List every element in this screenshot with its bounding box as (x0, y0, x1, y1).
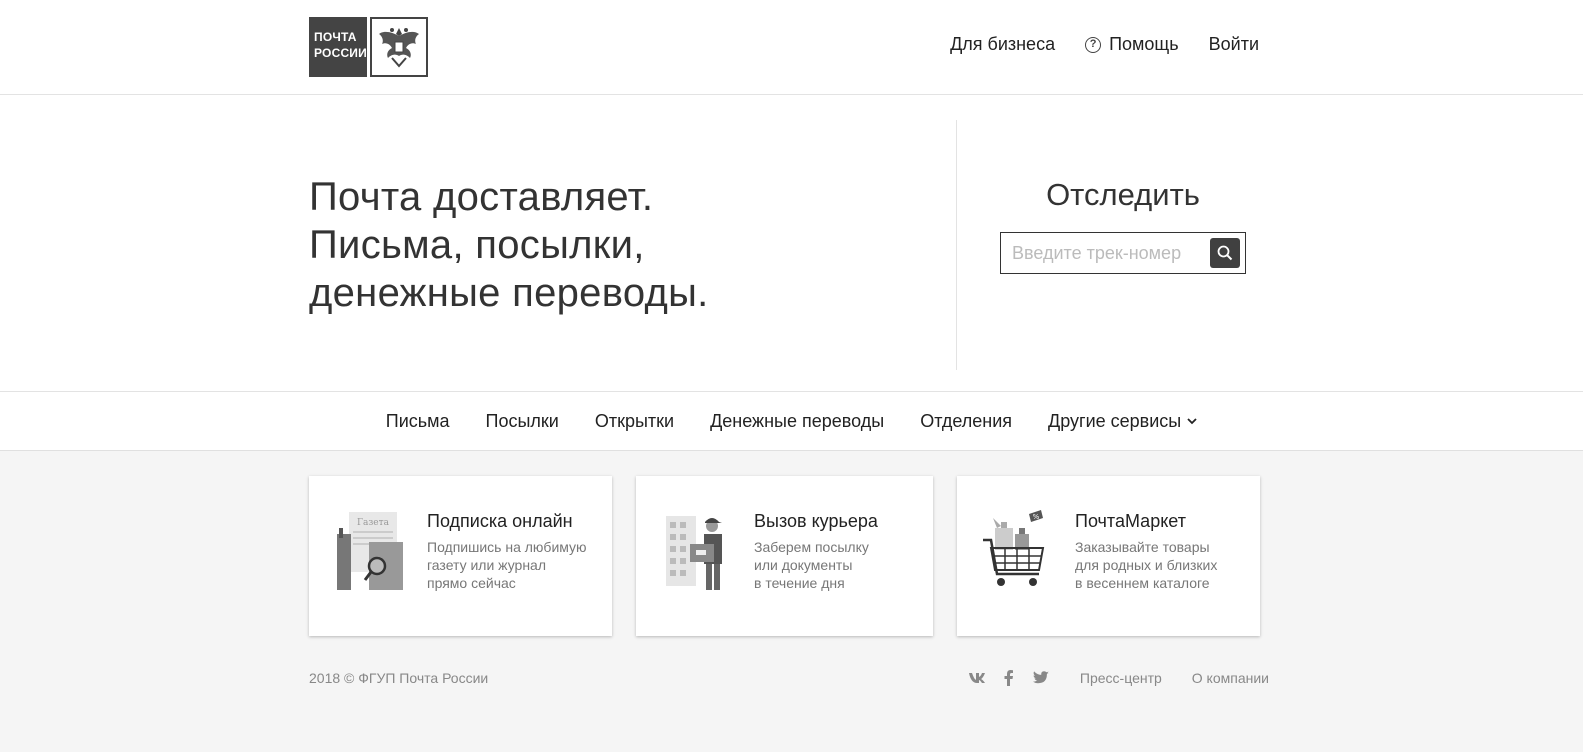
menu-item-other-services[interactable]: Другие сервисы (1048, 411, 1197, 432)
card-courier[interactable]: Вызов курьера Заберем посылку или докуме… (636, 476, 933, 636)
card-description-line: в весеннем каталоге (1075, 575, 1210, 591)
help-link[interactable]: ? Помощь (1085, 34, 1179, 55)
card-description-line: прямо сейчас (427, 575, 516, 591)
shopping-cart-icon: % (981, 508, 1061, 598)
logo-line-1: ПОЧТА (314, 30, 357, 44)
service-cards: Газета Подписка онлайн Подпишись на люби… (309, 476, 1269, 636)
card-description: Подпишись на любимую газету или журнал п… (427, 538, 587, 592)
help-icon: ? (1085, 36, 1102, 53)
vk-icon[interactable] (968, 670, 986, 686)
card-subscription[interactable]: Газета Подписка онлайн Подпишись на люби… (309, 476, 612, 636)
card-description-line: Заберем посылку (754, 539, 869, 555)
main-menu: Письма Посылки Открытки Денежные перевод… (0, 392, 1583, 451)
card-description: Заберем посылку или документы в течение … (754, 538, 869, 592)
menu-item-money-transfers[interactable]: Денежные переводы (710, 411, 884, 432)
chevron-down-icon (1187, 418, 1197, 425)
card-description-line: Заказывайте товары (1075, 539, 1210, 555)
press-center-link[interactable]: Пресс-центр (1080, 670, 1162, 686)
track-title: Отследить (1046, 177, 1200, 212)
twitter-icon[interactable] (1032, 670, 1050, 686)
newspaper-illustration-label: Газета (357, 518, 390, 528)
site-footer: 2018 © ФГУП Почта России Пресс-центр О к… (309, 670, 1269, 690)
card-description-line: в течение дня (754, 575, 845, 591)
menu-item-offices[interactable]: Отделения (920, 411, 1012, 432)
price-tag-label: % (1033, 513, 1040, 521)
search-icon (1217, 245, 1233, 261)
courier-icon (660, 508, 740, 598)
card-description-line: Подпишись на любимую (427, 539, 587, 555)
eagle-emblem-icon (370, 17, 428, 77)
track-search-box (1000, 232, 1246, 274)
logo-line-2: РОССИИ (314, 46, 367, 60)
track-search-button[interactable] (1210, 238, 1240, 268)
top-nav: Для бизнеса ? Помощь Войти (950, 34, 1259, 55)
help-label: Помощь (1109, 34, 1179, 54)
card-title: Вызов курьера (754, 511, 878, 531)
copyright-text: 2018 © ФГУП Почта России (309, 670, 489, 686)
card-pochtamarket[interactable]: % ПочтаМаркет Заказывайте товары для род… (957, 476, 1260, 636)
other-services-label: Другие сервисы (1048, 410, 1182, 431)
footer-links: Пресс-центр О компании (968, 670, 1269, 686)
about-company-link[interactable]: О компании (1192, 670, 1269, 686)
hero-section: Почта доставляет. Письма, посылки, денеж… (0, 95, 1583, 392)
facebook-icon[interactable] (1000, 670, 1018, 686)
card-description-line: для родных и близких (1075, 557, 1218, 573)
hero-title-line-3: денежные переводы. (309, 271, 709, 315)
menu-item-letters[interactable]: Письма (386, 411, 450, 432)
newspaper-icon: Газета (333, 508, 413, 598)
login-link[interactable]: Войти (1209, 34, 1259, 55)
social-links (968, 670, 1050, 686)
card-description: Заказывайте товары для родных и близких … (1075, 538, 1217, 592)
hero-divider (956, 120, 957, 370)
menu-item-postcards[interactable]: Открытки (595, 411, 674, 432)
card-description-line: газету или журнал (427, 557, 547, 573)
logo[interactable]: ПОЧТА РОССИИ (309, 17, 429, 77)
logo-text: ПОЧТА РОССИИ (309, 17, 367, 77)
business-link[interactable]: Для бизнеса (950, 34, 1055, 55)
track-number-input[interactable] (1001, 233, 1201, 273)
hero-title-line-2: Письма, посылки, (309, 223, 645, 267)
hero-title-line-1: Почта доставляет. (309, 175, 654, 219)
hero-title: Почта доставляет. Письма, посылки, денеж… (309, 173, 709, 317)
site-header: ПОЧТА РОССИИ Для бизнеса ? Помощь Войти (0, 0, 1583, 95)
menu-item-parcels[interactable]: Посылки (486, 411, 559, 432)
card-description-line: или документы (754, 557, 853, 573)
card-title: ПочтаМаркет (1075, 511, 1186, 531)
card-title: Подписка онлайн (427, 511, 573, 531)
